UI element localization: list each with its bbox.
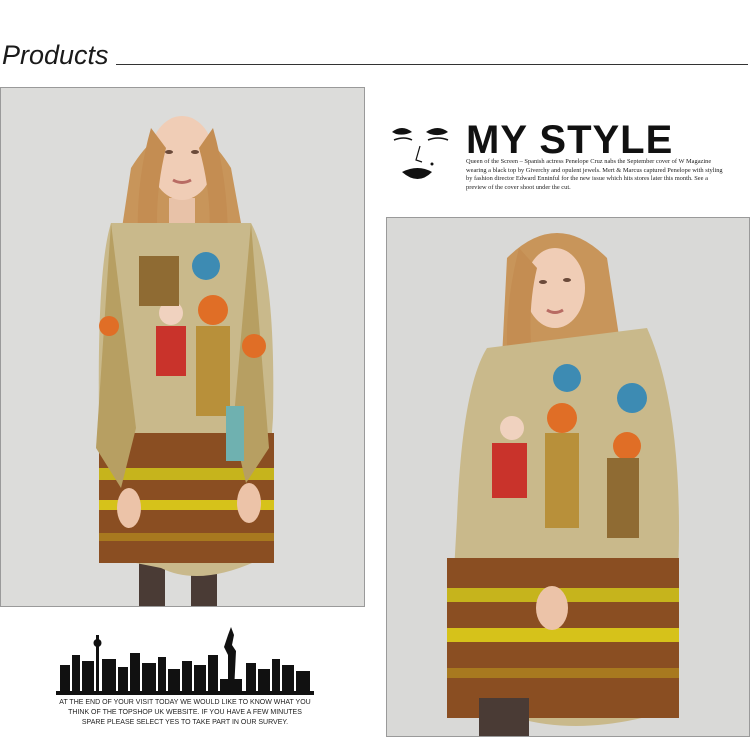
survey-invitation-text: AT THE END OF YOUR VISIT TODAY WE WOULD … <box>59 699 311 726</box>
model-side-illustration <box>387 218 749 736</box>
marilyn-face-icon <box>392 128 449 179</box>
my-style-promo: MY STYLE Queen of the Screen – Spanish a… <box>386 116 748 196</box>
city-skyline-icon <box>56 627 314 695</box>
my-style-description: Queen of the Screen – Spanish actress Pe… <box>466 158 723 191</box>
my-style-title: MY STYLE <box>466 118 674 162</box>
model-photo-front <box>0 87 365 607</box>
model-photo-side <box>386 217 750 737</box>
header-divider <box>116 64 748 65</box>
model-front-illustration <box>1 88 364 606</box>
products-title: Products <box>2 40 109 70</box>
